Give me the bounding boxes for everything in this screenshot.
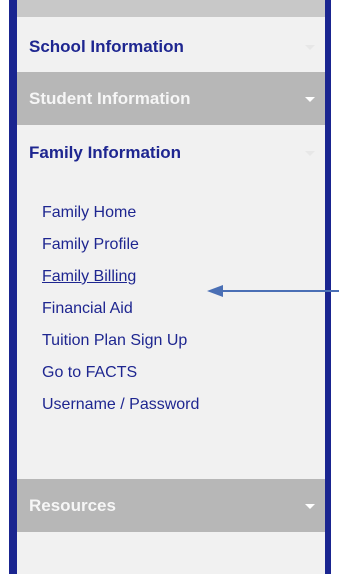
caret-down-icon <box>305 96 315 102</box>
financial-aid-link[interactable]: Financial Aid <box>42 300 133 317</box>
caret-down-icon <box>305 151 315 156</box>
submenu-item-family-billing: Family Billing <box>42 261 199 293</box>
section-student-information[interactable]: Student Information <box>17 72 325 125</box>
submenu-item-go-to-facts: Go to FACTS <box>42 357 199 389</box>
section-school-information[interactable]: School Information <box>17 24 325 70</box>
family-home-link[interactable]: Family Home <box>42 204 136 221</box>
sidebar-top-strip <box>17 0 325 17</box>
section-school-label: School Information <box>29 37 184 56</box>
section-family-information[interactable]: Family Information <box>17 128 325 178</box>
section-resources[interactable]: Resources <box>17 479 325 532</box>
sidebar-nav: School Information Student Information F… <box>9 0 331 574</box>
section-student-label: Student Information <box>29 88 191 108</box>
sidebar-panel: School Information Student Information F… <box>17 0 325 574</box>
submenu-item-tuition-plan: Tuition Plan Sign Up <box>42 325 199 357</box>
section-family-label: Family Information <box>29 143 182 162</box>
section-resources-label: Resources <box>29 495 116 515</box>
family-billing-link[interactable]: Family Billing <box>42 268 136 285</box>
username-password-link[interactable]: Username / Password <box>42 396 199 413</box>
family-profile-link[interactable]: Family Profile <box>42 236 139 253</box>
caret-down-icon <box>305 503 315 509</box>
tuition-plan-sign-up-link[interactable]: Tuition Plan Sign Up <box>42 332 187 349</box>
submenu-item-family-home: Family Home <box>42 197 199 229</box>
screenshot-frame: School Information Student Information F… <box>0 0 339 574</box>
submenu-item-financial-aid: Financial Aid <box>42 293 199 325</box>
caret-down-icon <box>305 45 315 50</box>
family-submenu: Family Home Family Profile Family Billin… <box>42 197 199 421</box>
submenu-item-family-profile: Family Profile <box>42 229 199 261</box>
submenu-item-username-password: Username / Password <box>42 389 199 421</box>
go-to-facts-link[interactable]: Go to FACTS <box>42 364 137 381</box>
